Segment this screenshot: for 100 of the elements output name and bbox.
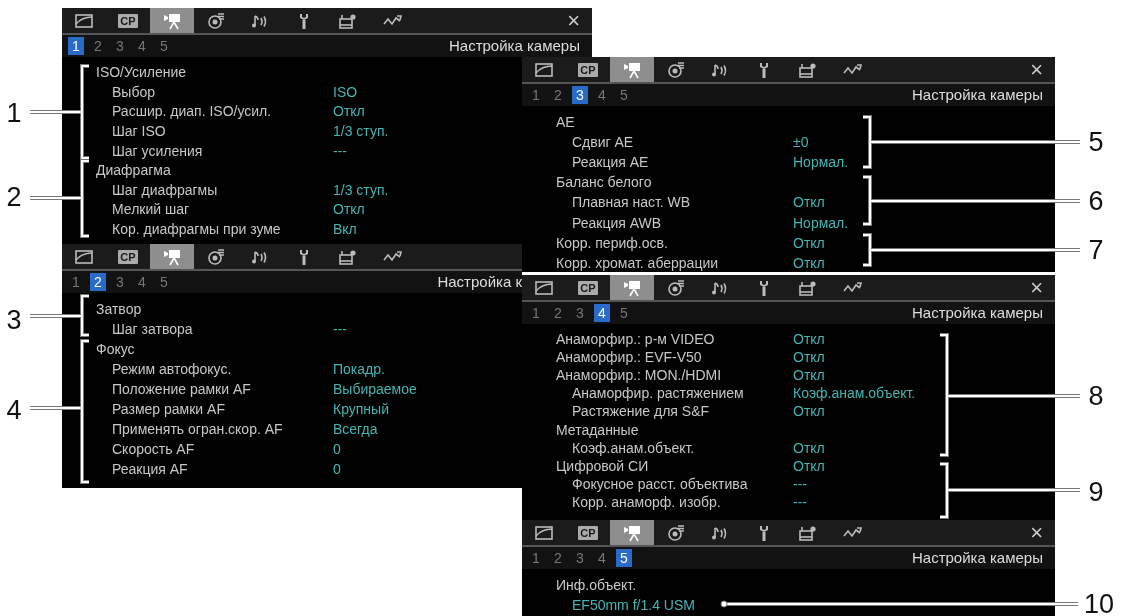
setting-label: Метаданные [556, 420, 639, 440]
page-number[interactable]: 5 [616, 304, 632, 322]
page-number[interactable]: 4 [594, 304, 610, 322]
setting-value: Откл [793, 193, 825, 213]
setting-label: Реакция AWB [572, 213, 662, 233]
setting-label: Режим автофокус. [112, 359, 232, 379]
monitor-gear-icon [798, 278, 818, 297]
monitor-gear-icon [798, 523, 818, 542]
setting-value: Откл [333, 200, 365, 220]
setting-label: Применять огран.скор. AF [112, 419, 283, 439]
page-number[interactable]: 1 [68, 37, 84, 55]
setting-label: Сдвиг AE [572, 132, 634, 152]
callout-number: 4 [6, 396, 22, 424]
page-number[interactable]: 3 [572, 86, 588, 104]
setting-label: Анаморфир. растяжением [572, 384, 744, 404]
reel-icon [666, 278, 686, 297]
setting-label: Коэф.анам.объект. [572, 438, 695, 458]
setting-label: Шаг диафрагмы [112, 180, 218, 200]
menu-tab[interactable]: CP [106, 244, 150, 269]
menu-tab[interactable]: CP [566, 520, 610, 545]
setting-label: Затвор [96, 299, 142, 319]
setting-value: Откл [793, 233, 825, 253]
setting-value: Покадр. [333, 359, 385, 379]
page-number[interactable]: 5 [616, 549, 632, 567]
setting-value: Откл [333, 102, 365, 122]
setting-value: Откл [793, 347, 825, 367]
setting-value: 0 [333, 459, 341, 479]
setting-value: Откл [793, 456, 825, 476]
page-number[interactable]: 3 [112, 37, 128, 55]
picture-icon [534, 60, 554, 79]
setting-label: Анаморфир.: MON./HDMI [556, 365, 722, 385]
movie-camera-icon [162, 247, 182, 266]
page-number[interactable]: 2 [90, 37, 106, 55]
picture-icon [74, 247, 94, 266]
setting-value: EF50mm f/1.4 USM [572, 595, 695, 615]
page-number[interactable]: 1 [528, 549, 544, 567]
setting-value: Откл [793, 329, 825, 349]
setting-label: Диафрагма [96, 161, 171, 181]
page-number[interactable]: 2 [550, 86, 566, 104]
setting-value: Откл [793, 438, 825, 458]
callout-bracket [28, 294, 91, 337]
close-button[interactable]: × [1018, 57, 1055, 82]
setting-label: Корр. анаморф. изобр. [572, 493, 721, 513]
setting-label: Анаморфир.: р-м VIDEO [556, 329, 715, 349]
page-number[interactable]: 3 [572, 549, 588, 567]
setting-label: Шаг усиления [112, 141, 203, 161]
setting-value: 1/3 ступ. [333, 180, 389, 200]
setting-label: Фокус [96, 339, 135, 359]
menu-tab[interactable]: CP [106, 8, 150, 33]
page-number[interactable]: 5 [156, 37, 172, 55]
page-number[interactable]: 2 [550, 549, 566, 567]
setting-label: Выбор [112, 82, 155, 102]
setting-label: Кор. диафрагмы при зуме [112, 220, 281, 240]
setting-value: --- [793, 493, 807, 513]
page-number[interactable]: 5 [616, 86, 632, 104]
setting-value: Вкл [333, 220, 357, 240]
close-button[interactable]: × [1018, 275, 1055, 300]
setting-value: Всегда [333, 419, 378, 439]
callout-number: 7 [1088, 236, 1104, 264]
menu-title: Настройка камеры [911, 302, 1044, 323]
page-number[interactable]: 1 [68, 273, 84, 291]
setting-label: Корр. периф.осв. [556, 233, 668, 253]
monitor-gear-icon [798, 60, 818, 79]
picture-icon [534, 278, 554, 297]
menu-title: Настройка камеры [911, 547, 1044, 568]
setting-label: Плавная наст. WB [572, 193, 691, 213]
setting-value: --- [333, 141, 347, 161]
setting-label: Инф.объект. [556, 575, 637, 595]
setting-value: ±0 [793, 132, 809, 152]
page-number[interactable]: 2 [550, 304, 566, 322]
setting-value: --- [333, 319, 347, 339]
page-number[interactable]: 1 [528, 86, 544, 104]
setting-value: 1/3 ступ. [333, 122, 389, 142]
menu-tab[interactable]: CP [566, 275, 610, 300]
page-number[interactable]: 2 [90, 273, 106, 291]
close-button[interactable]: × [555, 8, 592, 33]
page-number[interactable]: 4 [594, 86, 610, 104]
menu-tab[interactable]: CP [566, 57, 610, 82]
setting-label: Растяжение для S&F [572, 402, 710, 422]
callout-number: 9 [1088, 478, 1104, 506]
menu-title: Настройка камеры [448, 35, 581, 56]
page-number[interactable]: 1 [528, 304, 544, 322]
page-number[interactable]: 5 [156, 273, 172, 291]
setting-label: Шаг затвора [112, 319, 193, 339]
page-number[interactable]: 4 [594, 549, 610, 567]
page-number[interactable]: 4 [134, 273, 150, 291]
callout-number: 5 [1088, 128, 1104, 156]
page-number[interactable]: 3 [112, 273, 128, 291]
page-number[interactable]: 4 [134, 37, 150, 55]
close-button[interactable]: × [1018, 520, 1055, 545]
movie-camera-icon [622, 60, 642, 79]
monitor-gear-icon [338, 11, 358, 30]
setting-value: 0 [333, 439, 341, 459]
reel-icon [206, 247, 226, 266]
callout-number: 2 [6, 183, 22, 211]
setting-label: Размер рамки AF [112, 399, 225, 419]
page-number[interactable]: 3 [572, 304, 588, 322]
picture-icon [534, 523, 554, 542]
setting-value: Откл [793, 253, 825, 272]
callout-number: 3 [6, 306, 22, 334]
